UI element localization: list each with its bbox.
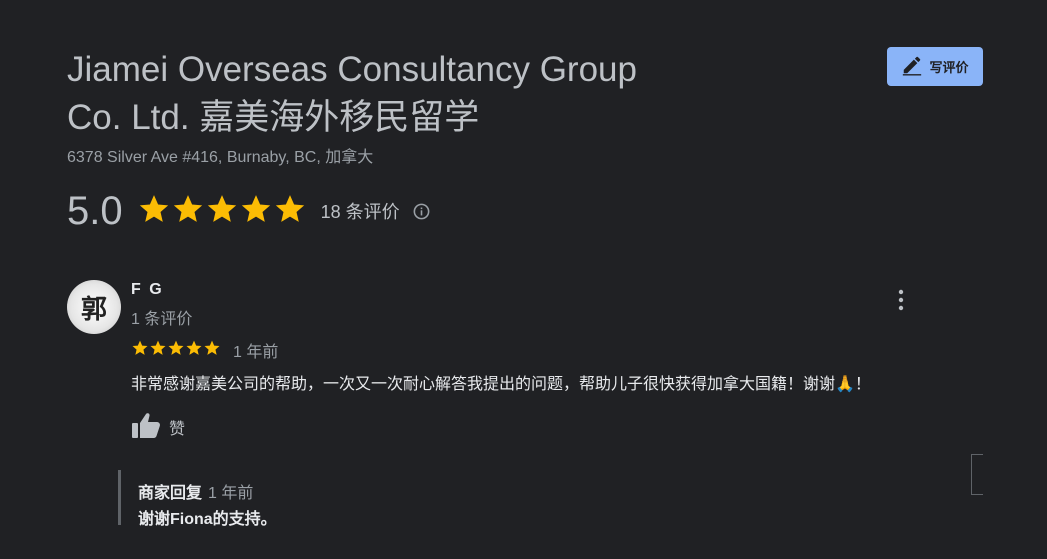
- star-icon: [137, 192, 171, 231]
- reviewer-name[interactable]: F G: [131, 281, 164, 299]
- owner-reply-time: 1 年前: [208, 485, 254, 502]
- owner-reply-text: 谢谢Fiona的支持。: [138, 511, 277, 528]
- owner-reply-title: 商家回复: [138, 485, 203, 502]
- write-review-button[interactable]: 写评价: [887, 47, 983, 86]
- star-icon: [131, 339, 149, 362]
- write-review-label: 写评价: [929, 60, 969, 75]
- owner-reply: 商家回复 1 年前 谢谢Fiona的支持。: [118, 470, 818, 528]
- star-icon: [205, 192, 239, 231]
- review-rating-row: 1 年前: [131, 339, 279, 362]
- info-icon[interactable]: [412, 202, 431, 221]
- star-icon: [185, 339, 203, 362]
- owner-reply-header: 商家回复 1 年前: [138, 479, 818, 503]
- star-icon: [149, 339, 167, 362]
- business-reviews-panel: Jiamei Overseas Consultancy Group Co. Lt…: [0, 0, 1047, 559]
- rating-stars: [137, 192, 307, 231]
- like-label: 赞: [169, 421, 186, 438]
- star-icon: [273, 192, 307, 231]
- business-title-line1: Jiamei Overseas Consultancy Group: [67, 50, 637, 89]
- scroll-handle[interactable]: [971, 454, 983, 495]
- review-time: 1 年前: [233, 344, 279, 361]
- reviewer-review-count: 1 条评价: [131, 311, 193, 328]
- avatar-char: 郭: [80, 294, 107, 325]
- star-icon: [167, 339, 185, 362]
- business-title: Jiamei Overseas Consultancy Group Co. Lt…: [67, 46, 767, 142]
- thumb-up-icon: [131, 411, 161, 444]
- review-count: 18 条评价: [320, 202, 400, 222]
- more-options-button[interactable]: [889, 288, 913, 316]
- business-address: 6378 Silver Ave #416, Burnaby, BC, 加拿大: [67, 149, 374, 166]
- star-icon: [239, 192, 273, 231]
- rating-value: 5.0: [67, 188, 123, 233]
- business-title-line2: Co. Ltd. 嘉美海外移民留学: [67, 98, 480, 137]
- review-stars: [131, 339, 221, 362]
- avatar[interactable]: 郭: [67, 280, 121, 334]
- like-button[interactable]: 赞: [131, 412, 185, 442]
- more-vert-icon: [898, 289, 904, 316]
- edit-pencil-icon: [901, 54, 923, 79]
- review-text: 非常感谢嘉美公司的帮助，一次又一次耐心解答我提出的问题，帮助儿子很快获得加拿大国…: [131, 376, 871, 393]
- rating-summary: 5.0 18 条评价: [67, 186, 431, 236]
- star-icon: [171, 192, 205, 231]
- star-icon: [203, 339, 221, 362]
